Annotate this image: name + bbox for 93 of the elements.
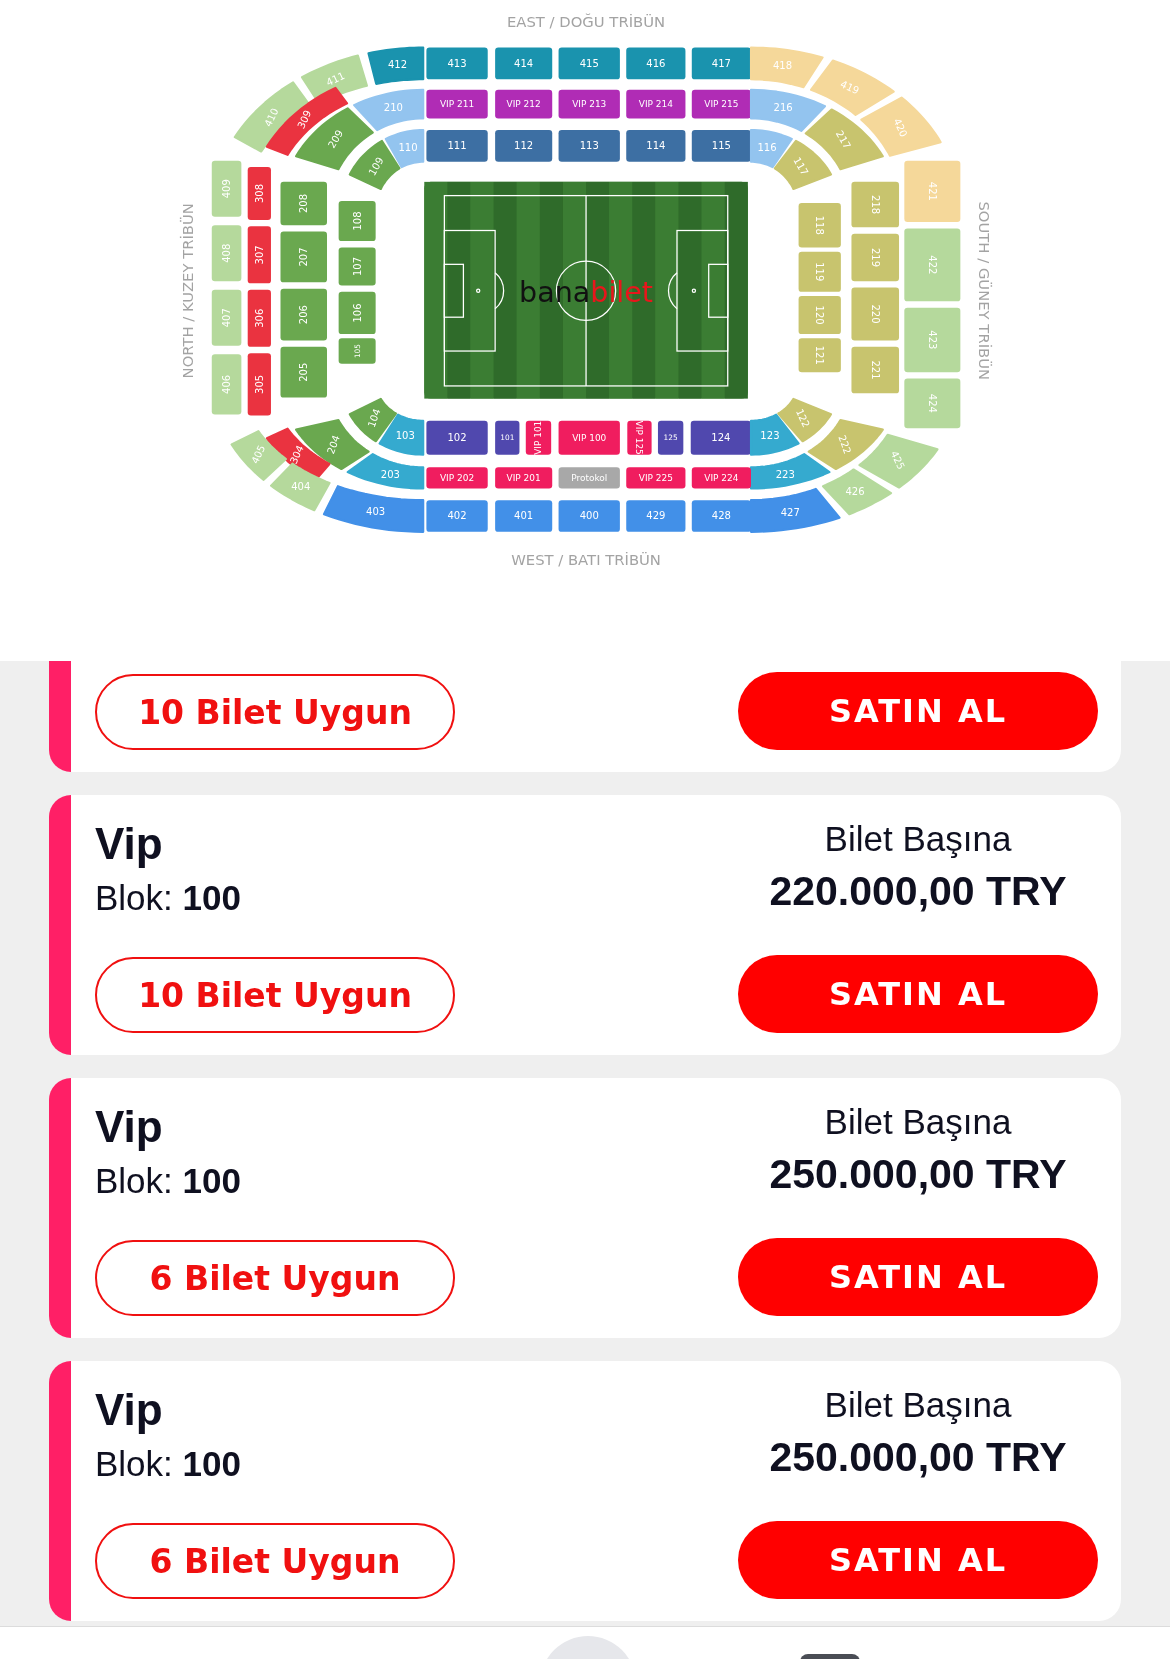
category-title: Vip (95, 1384, 164, 1436)
seat-section[interactable]: 308 (247, 167, 271, 220)
seat-section[interactable]: VIP 125 (627, 420, 652, 455)
seat-section[interactable]: 415 (558, 47, 620, 80)
seat-section[interactable]: 205 (280, 346, 327, 398)
buy-button[interactable]: SATIN AL (738, 955, 1098, 1033)
seat-section[interactable]: 401 (495, 500, 553, 532)
seat-section[interactable]: 219 (851, 233, 900, 282)
seat-section[interactable]: 112 (495, 130, 553, 162)
availability-badge: 6 Bilet Uygun (95, 1523, 455, 1599)
seat-section[interactable]: 427 (749, 487, 841, 533)
seat-section[interactable]: 412 (367, 46, 425, 85)
seat-section[interactable]: 208 (280, 181, 327, 226)
stand-label: WEST / BATI TRİBÜN (511, 550, 661, 568)
seat-section[interactable]: 216 (749, 88, 827, 132)
seat-section[interactable]: 423 (904, 307, 961, 373)
seat-section[interactable]: VIP 214 (626, 89, 686, 119)
seat-section[interactable]: 114 (626, 130, 686, 162)
seat-section[interactable]: 428 (691, 500, 751, 532)
seat-section[interactable]: 111 (426, 130, 488, 162)
seat-section[interactable]: 210 (353, 88, 425, 132)
price: 250.000,00 TRY (769, 1433, 1067, 1482)
seat-section[interactable]: 422 (904, 228, 961, 302)
seat-section[interactable]: 206 (280, 288, 327, 341)
availability-badge: 10 Bilet Uygun (95, 674, 455, 750)
seat-section[interactable]: 223 (749, 453, 831, 490)
price-label: Bilet Başına (824, 1101, 1012, 1143)
seat-section[interactable]: 124 (690, 420, 751, 455)
seat-section[interactable]: 108 (338, 200, 376, 242)
seat-section[interactable]: 408 (211, 225, 242, 282)
seat-section[interactable]: 426 (821, 468, 893, 516)
buy-button[interactable]: SATIN AL (738, 1238, 1098, 1316)
seat-section[interactable]: VIP 225 (626, 467, 686, 489)
seat-section[interactable]: 113 (558, 130, 620, 162)
seat-section[interactable]: VIP 211 (426, 89, 488, 119)
seat-section[interactable]: VIP 224 (691, 467, 751, 489)
block-label: Blok: 100 (95, 1443, 242, 1485)
seat-section[interactable]: VIP 213 (558, 89, 620, 119)
seat-section[interactable]: 116 (749, 129, 793, 169)
price-label: Bilet Başına (824, 818, 1012, 860)
seat-section[interactable]: 115 (691, 130, 751, 162)
seat-section[interactable]: 121 (798, 338, 841, 373)
seat-section[interactable]: Protokol (558, 467, 620, 489)
category-title: Vip (95, 818, 164, 870)
category-title: Vip (95, 1101, 164, 1153)
seat-section[interactable]: 203 (346, 453, 425, 490)
seat-section[interactable]: 305 (247, 353, 271, 416)
seat-section[interactable]: 118 (798, 203, 841, 248)
seat-section[interactable]: 402 (426, 500, 488, 532)
seat-section[interactable]: 307 (247, 226, 271, 284)
seat-section[interactable]: 120 (798, 296, 841, 335)
buy-button[interactable]: SATIN AL (738, 1521, 1098, 1599)
price: 220.000,00 TRY (769, 867, 1067, 916)
block-label: Blok: 100 (95, 1160, 242, 1202)
seat-section[interactable]: 405 (230, 430, 288, 481)
seat-section[interactable]: VIP 212 (495, 89, 553, 119)
stand-label: SOUTH / GÜNEY TRİBÜN (976, 201, 994, 381)
seat-section[interactable]: 417 (691, 47, 751, 80)
seat-section[interactable]: 218 (851, 181, 900, 228)
seat-section[interactable]: VIP 215 (691, 89, 751, 119)
seat-section[interactable]: 207 (280, 231, 327, 283)
seat-section[interactable]: 400 (558, 500, 620, 532)
seat-section[interactable]: 119 (798, 251, 841, 292)
price-label: Bilet Başına (824, 1384, 1012, 1426)
stand-label: EAST / DOĞU TRİBÜN (507, 12, 666, 30)
seat-section[interactable]: 107 (338, 247, 376, 286)
seat-section[interactable]: 221 (851, 346, 900, 394)
availability-badge: 6 Bilet Uygun (95, 1240, 455, 1316)
stand-label: NORTH / KUZEY TRİBÜN (178, 203, 196, 379)
seat-section[interactable]: VIP 201 (495, 467, 553, 489)
seat-section[interactable]: 106 (338, 291, 376, 335)
seat-section[interactable]: 413 (426, 47, 488, 80)
availability-badge: 10 Bilet Uygun (95, 957, 455, 1033)
seat-section[interactable]: VIP 202 (426, 467, 488, 489)
price: 250.000,00 TRY (769, 1150, 1067, 1199)
seat-section[interactable]: 407 (211, 289, 242, 346)
seat-section[interactable]: 416 (626, 47, 686, 80)
seat-section[interactable]: 409 (211, 160, 242, 217)
seat-section[interactable]: 403 (322, 485, 425, 533)
block-label: Blok: 100 (95, 877, 242, 919)
seat-section[interactable]: 429 (626, 500, 686, 532)
seat-section[interactable]: 306 (247, 289, 271, 347)
seat-section[interactable]: 110 (384, 129, 425, 169)
seat-section[interactable]: 102 (426, 420, 488, 455)
seat-section[interactable]: 414 (495, 47, 553, 80)
seat-section[interactable]: VIP 101 (525, 420, 552, 455)
seat-section[interactable]: 220 (851, 287, 900, 341)
seat-section[interactable]: 104 (348, 397, 397, 443)
seat-section[interactable]: 424 (904, 378, 961, 429)
buy-button[interactable]: SATIN AL (738, 672, 1098, 750)
seat-section[interactable]: VIP 100 (558, 420, 620, 455)
seat-section[interactable]: 103 (378, 413, 425, 456)
seat-section[interactable]: 406 (211, 354, 242, 415)
